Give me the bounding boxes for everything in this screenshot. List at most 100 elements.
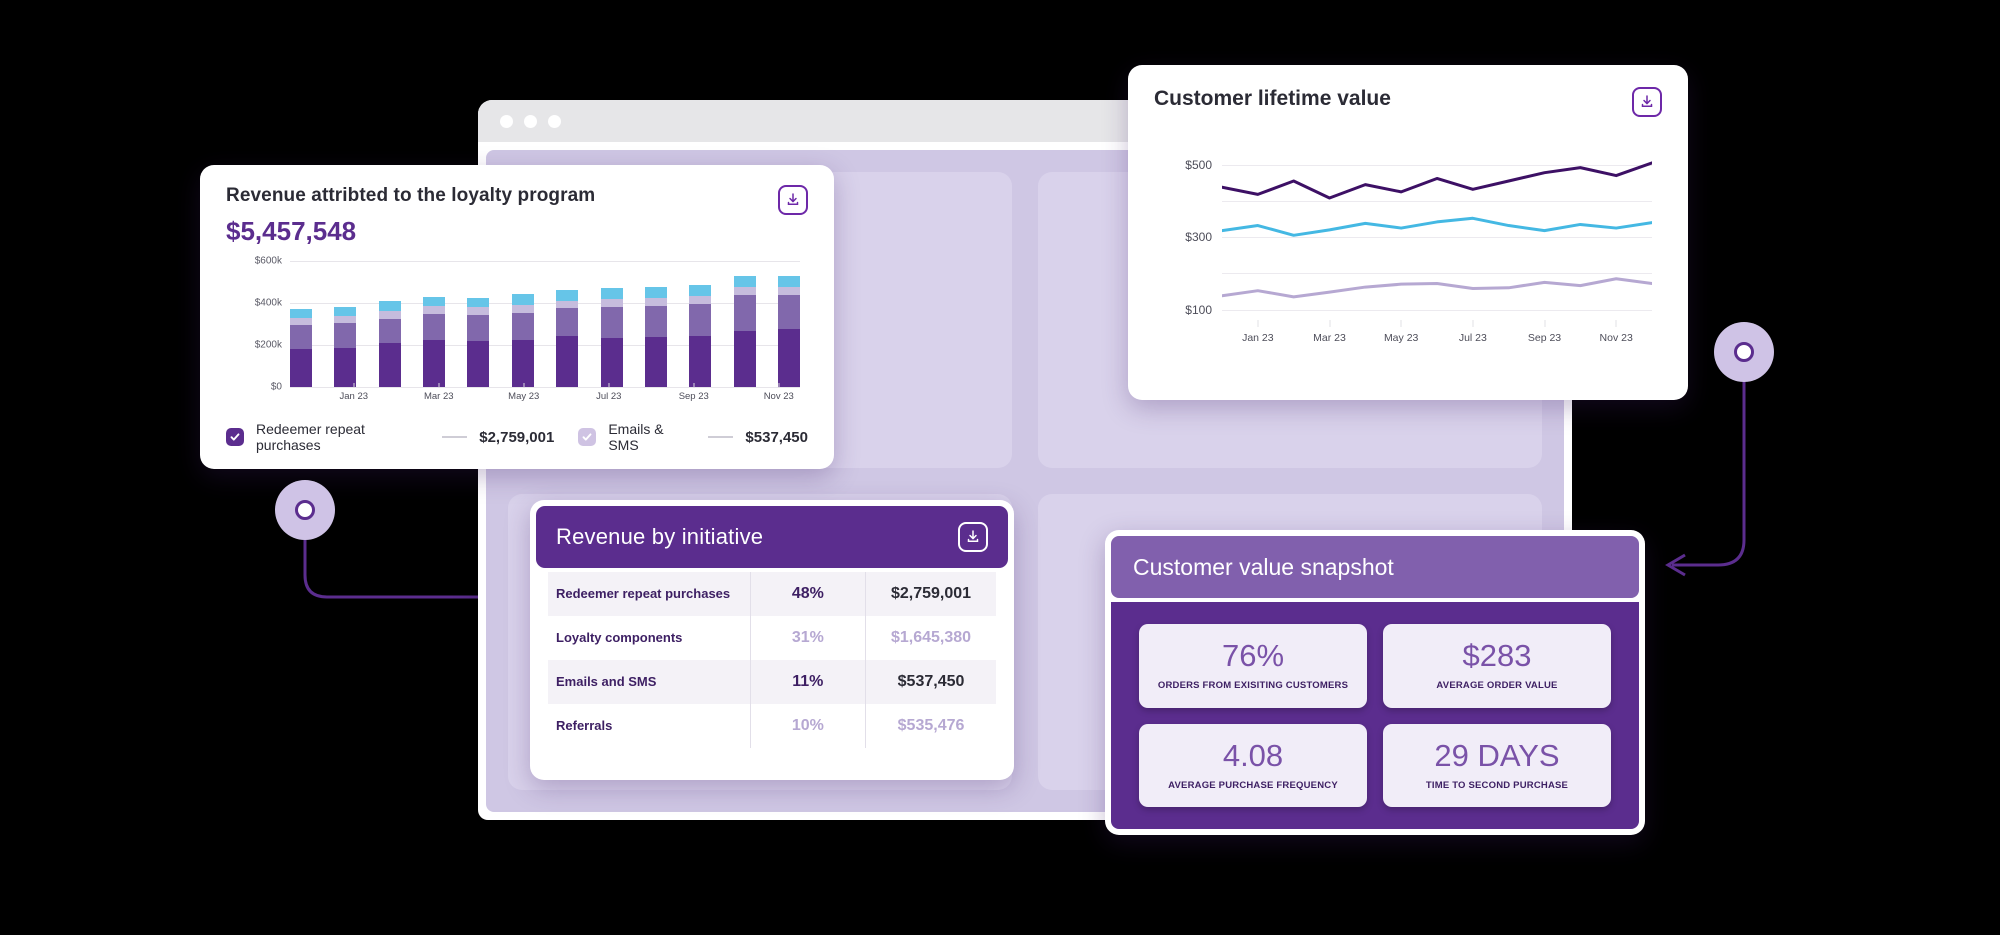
bar-segment bbox=[467, 306, 490, 315]
bar-segment bbox=[644, 336, 667, 387]
line-chart-x-tick-label: May 23 bbox=[1383, 332, 1419, 344]
bar-segment bbox=[689, 336, 712, 387]
bar-segment bbox=[511, 293, 534, 305]
kpi-value: 76% bbox=[1221, 638, 1285, 674]
snapshot-card-header: Customer value snapshot bbox=[1111, 536, 1639, 598]
bar-segment bbox=[378, 318, 401, 344]
bar-segment bbox=[334, 347, 357, 387]
bar-segment bbox=[600, 298, 623, 307]
bar-segment bbox=[777, 276, 800, 288]
legend-checkbox-emails[interactable] bbox=[578, 428, 597, 446]
connector-node-left[interactable] bbox=[275, 480, 335, 540]
bar-segment bbox=[334, 306, 357, 317]
kpi-tile[interactable]: 29 DAYS TIME TO SECOND PURCHASE bbox=[1383, 723, 1611, 807]
kpi-tile[interactable]: 4.08 AVERAGE PURCHASE FREQUENCY bbox=[1139, 723, 1367, 807]
bar-chart-tick-mark bbox=[608, 383, 610, 388]
clv-card-header: Customer lifetime value bbox=[1154, 87, 1662, 117]
connector-node-dot bbox=[1734, 342, 1754, 362]
line-chart-y-tick-label: $100 bbox=[1185, 302, 1212, 317]
kpi-tile[interactable]: $283 AVERAGE ORDER VALUE bbox=[1383, 624, 1611, 708]
kpi-label: TIME TO SECOND PURCHASE bbox=[1425, 779, 1569, 791]
table-cell-percent: 11% bbox=[749, 660, 867, 704]
table-cell-initiative: Redeemer repeat purchases bbox=[556, 585, 731, 601]
bar-chart-bar[interactable] bbox=[423, 297, 446, 387]
bar-segment bbox=[556, 290, 579, 301]
snapshot-kpi-grid: 76% ORDERS FROM EXISITING CUSTOMERS $283 AV… bbox=[1111, 602, 1639, 829]
bar-chart-plot-area: $0 $200k $400k $600k bbox=[255, 256, 800, 393]
bar-segment bbox=[334, 323, 357, 348]
line-chart-x-tick-label: Nov 23 bbox=[1599, 332, 1633, 344]
bar-chart-bar[interactable] bbox=[689, 284, 712, 387]
line-chart-tick-mark bbox=[1329, 320, 1330, 327]
download-icon[interactable] bbox=[958, 522, 988, 552]
kpi-label: AVERAGE PURCHASE FREQUENCY bbox=[1168, 779, 1338, 791]
bar-segment bbox=[290, 317, 312, 326]
minimize-dot[interactable] bbox=[524, 114, 537, 128]
bar-chart-x-tick-label: May 23 bbox=[508, 391, 540, 402]
revenue-card-header: Revenue attribted to the loyalty program… bbox=[226, 185, 808, 247]
kpi-value: 29 DAYS bbox=[1434, 737, 1560, 773]
bar-segment bbox=[511, 339, 534, 387]
download-icon[interactable] bbox=[778, 185, 808, 215]
line-chart-plot-area: $100 $300 $500 bbox=[1185, 143, 1652, 324]
table-cell-percent: 48% bbox=[749, 572, 867, 616]
table-row[interactable]: Loyalty components 31% $1,645,380 bbox=[548, 616, 996, 660]
bar-chart-bar[interactable] bbox=[644, 286, 667, 387]
bar-chart-y-tick-label: $0 bbox=[270, 381, 282, 393]
line-chart-y-tick-label: $500 bbox=[1185, 157, 1212, 172]
download-icon[interactable] bbox=[1632, 87, 1662, 117]
bar-segment bbox=[556, 300, 579, 309]
kpi-label: AVERAGE ORDER VALUE bbox=[1436, 680, 1558, 692]
customer-value-snapshot-card: Customer value snapshot 76% ORDERS FROM E… bbox=[1105, 530, 1645, 835]
legend-checkbox-redeemer[interactable] bbox=[226, 428, 244, 446]
bar-chart-x-tick-label: Jan 23 bbox=[339, 391, 369, 402]
bar-chart-x-axis: Jan 23 Mar 23 May 23 Jul 23 Sep 23 Nov 23 bbox=[290, 383, 800, 411]
screenshot-stage: Revenue attribted to the loyalty program… bbox=[0, 0, 2000, 935]
bar-chart-bar[interactable] bbox=[334, 306, 357, 387]
bar-chart-bars bbox=[290, 261, 800, 387]
line-chart-x-tick-label: Sep 23 bbox=[1527, 332, 1562, 344]
bar-segment bbox=[467, 341, 490, 387]
table-cell-percent: 10% bbox=[749, 704, 867, 748]
line-chart-y-tick-label: $300 bbox=[1185, 230, 1212, 245]
bar-segment bbox=[467, 314, 490, 342]
table-row[interactable]: Referrals 10% $535,476 bbox=[548, 704, 996, 748]
bar-chart-bar[interactable] bbox=[378, 300, 401, 387]
table-row[interactable]: Redeemer repeat purchases 48% $2,759,001 bbox=[548, 572, 996, 616]
bar-chart-bar[interactable] bbox=[777, 276, 800, 387]
bar-chart-bar[interactable] bbox=[600, 287, 623, 387]
bar-segment bbox=[777, 329, 800, 387]
bar-chart-bar[interactable] bbox=[290, 308, 312, 387]
bar-chart-tick-mark bbox=[693, 383, 695, 388]
bar-chart-bar[interactable] bbox=[733, 275, 756, 387]
maximize-dot[interactable] bbox=[548, 114, 561, 128]
revenue-chart-legend: Redeemer repeat purchases $2,759,001 Ema… bbox=[226, 421, 808, 457]
close-dot[interactable] bbox=[500, 114, 513, 128]
table-cell-initiative: Loyalty components bbox=[556, 629, 683, 645]
line-chart-tick-mark bbox=[1544, 320, 1545, 327]
bar-chart-bar[interactable] bbox=[511, 293, 534, 387]
line-chart-series bbox=[1222, 277, 1652, 299]
bar-segment bbox=[600, 287, 623, 299]
table-row[interactable]: Emails and SMS 11% $537,450 bbox=[548, 660, 996, 704]
kpi-label: ORDERS FROM EXISITING CUSTOMERS bbox=[1157, 680, 1349, 692]
legend-value-emails: $537,450 bbox=[745, 428, 808, 446]
initiative-card-title: Revenue by initiative bbox=[556, 524, 764, 549]
line-chart-x-tick-label: Mar 23 bbox=[1313, 332, 1346, 344]
bar-chart-bar[interactable] bbox=[467, 297, 490, 387]
table-cell-amount: $2,759,001 bbox=[890, 585, 972, 602]
connector-node-right[interactable] bbox=[1714, 322, 1774, 382]
bar-chart-bar[interactable] bbox=[556, 290, 579, 387]
bar-segment bbox=[423, 297, 446, 306]
table-cell-amount: $535,476 bbox=[897, 717, 965, 734]
bar-segment bbox=[556, 336, 579, 387]
kpi-value: 4.08 bbox=[1222, 737, 1284, 773]
kpi-tile[interactable]: 76% ORDERS FROM EXISITING CUSTOMERS bbox=[1139, 624, 1367, 708]
revenue-card-title: Revenue attribted to the loyalty program bbox=[226, 185, 596, 206]
bar-segment bbox=[689, 284, 712, 296]
clv-line-chart: $100 $300 $500 Jan 23 Mar 23 May 23 Jul 23 Sep… bbox=[1154, 143, 1662, 358]
bar-chart-tick-mark bbox=[438, 383, 440, 388]
line-chart-series bbox=[1222, 216, 1652, 237]
bar-chart-x-tick-label: Sep 23 bbox=[678, 391, 709, 402]
bar-segment bbox=[290, 325, 312, 350]
